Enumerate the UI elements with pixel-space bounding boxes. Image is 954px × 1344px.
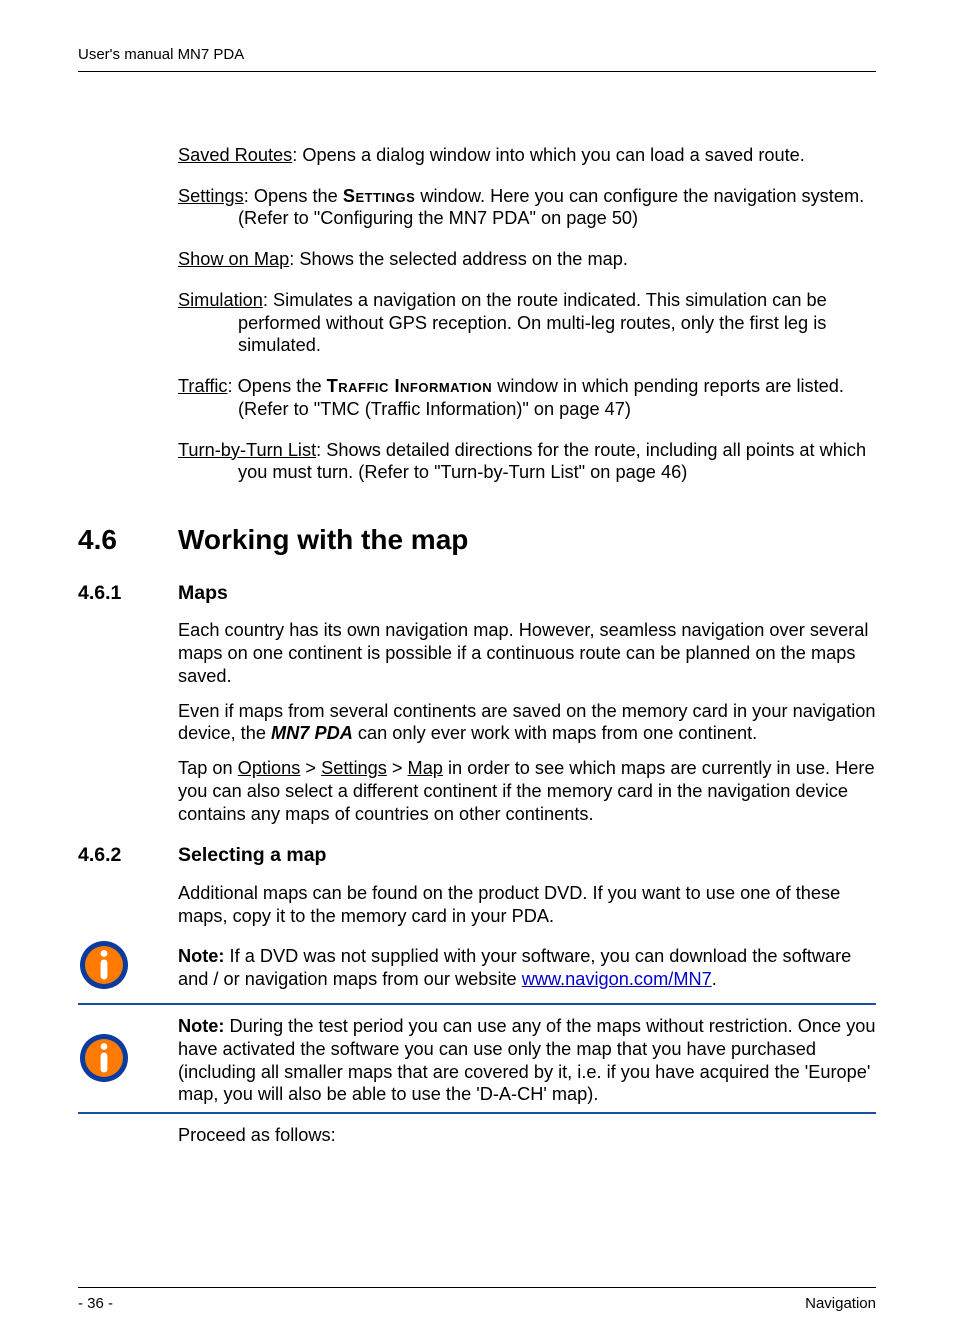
text: If a DVD was not supplied with your soft… <box>178 946 851 989</box>
def-saved-routes: Saved Routes: Opens a dialog window into… <box>238 144 876 167</box>
heading-text: Selecting a map <box>178 843 326 867</box>
text: . <box>712 969 717 989</box>
def-body: : Simulates a navigation on the route in… <box>238 290 827 356</box>
paragraph: Each country has its own navigation map.… <box>178 619 876 687</box>
text: can only ever work with maps from one co… <box>353 723 757 743</box>
footer-rule <box>78 1287 876 1288</box>
def-turn-by-turn: Turn-by-Turn List: Shows detailed direct… <box>238 439 876 485</box>
text: > <box>300 758 321 778</box>
term: Show on Map <box>178 249 289 269</box>
page-header: User's manual MN7 PDA <box>78 46 876 65</box>
paragraph: Even if maps from several continents are… <box>178 700 876 746</box>
note-divider <box>78 1112 876 1114</box>
text: Tap on <box>178 758 238 778</box>
ui-path-map: Map <box>408 758 443 778</box>
ui-path-options: Options <box>238 758 301 778</box>
heading-number: 4.6.1 <box>78 581 178 605</box>
def-traffic: Traffic: Opens the Traffic Information w… <box>238 375 876 421</box>
heading-text: Working with the map <box>178 522 468 557</box>
note-block: Note: During the test period you can use… <box>78 1015 876 1106</box>
info-icon <box>78 939 130 997</box>
section-heading-4-6: 4.6 Working with the map <box>78 522 876 557</box>
text: During the test period you can use any o… <box>178 1016 876 1104</box>
paragraph: Proceed as follows: <box>178 1124 876 1147</box>
text: > <box>387 758 408 778</box>
smallcaps: Settings <box>343 186 415 206</box>
def-simulation: Simulation: Simulates a navigation on th… <box>238 289 876 357</box>
term: Traffic <box>178 376 228 396</box>
section-heading-4-6-1: 4.6.1 Maps <box>78 581 876 605</box>
heading-number: 4.6 <box>78 522 178 557</box>
def-show-on-map: Show on Map: Shows the selected address … <box>238 248 876 271</box>
def-body: : Shows detailed directions for the rout… <box>238 440 866 483</box>
website-link[interactable]: www.navigon.com/MN7 <box>522 969 712 989</box>
page-footer: - 36 - Navigation <box>78 1295 876 1314</box>
footer-section: Navigation <box>805 1295 876 1314</box>
def-body: : Shows the selected address on the map. <box>289 249 628 269</box>
def-prefix: : Opens the <box>244 186 343 206</box>
heading-text: Maps <box>178 581 228 605</box>
def-settings: Settings: Opens the Settings window. Her… <box>238 185 876 231</box>
def-prefix: : Opens the <box>228 376 327 396</box>
section-heading-4-6-2: 4.6.2 Selecting a map <box>78 843 876 867</box>
product-name: MN7 PDA <box>271 723 353 743</box>
note-block: Note: If a DVD was not supplied with you… <box>78 939 876 997</box>
paragraph: Additional maps can be found on the prod… <box>178 882 876 928</box>
note-text: Note: If a DVD was not supplied with you… <box>178 945 876 991</box>
smallcaps: Traffic Information <box>327 376 493 396</box>
def-body: : Opens a dialog window into which you c… <box>292 145 805 165</box>
header-rule <box>78 71 876 72</box>
paragraph: Tap on Options > Settings > Map in order… <box>178 757 876 825</box>
heading-number: 4.6.2 <box>78 843 178 867</box>
term: Simulation <box>178 290 263 310</box>
term: Settings <box>178 186 244 206</box>
term: Saved Routes <box>178 145 292 165</box>
note-text: Note: During the test period you can use… <box>178 1015 876 1106</box>
note-label: Note: <box>178 1016 224 1036</box>
note-label: Note: <box>178 946 224 966</box>
ui-path-settings: Settings <box>321 758 387 778</box>
info-icon <box>78 1032 130 1090</box>
note-divider <box>78 1003 876 1005</box>
page-number: - 36 - <box>78 1295 113 1314</box>
term: Turn-by-Turn List <box>178 440 316 460</box>
